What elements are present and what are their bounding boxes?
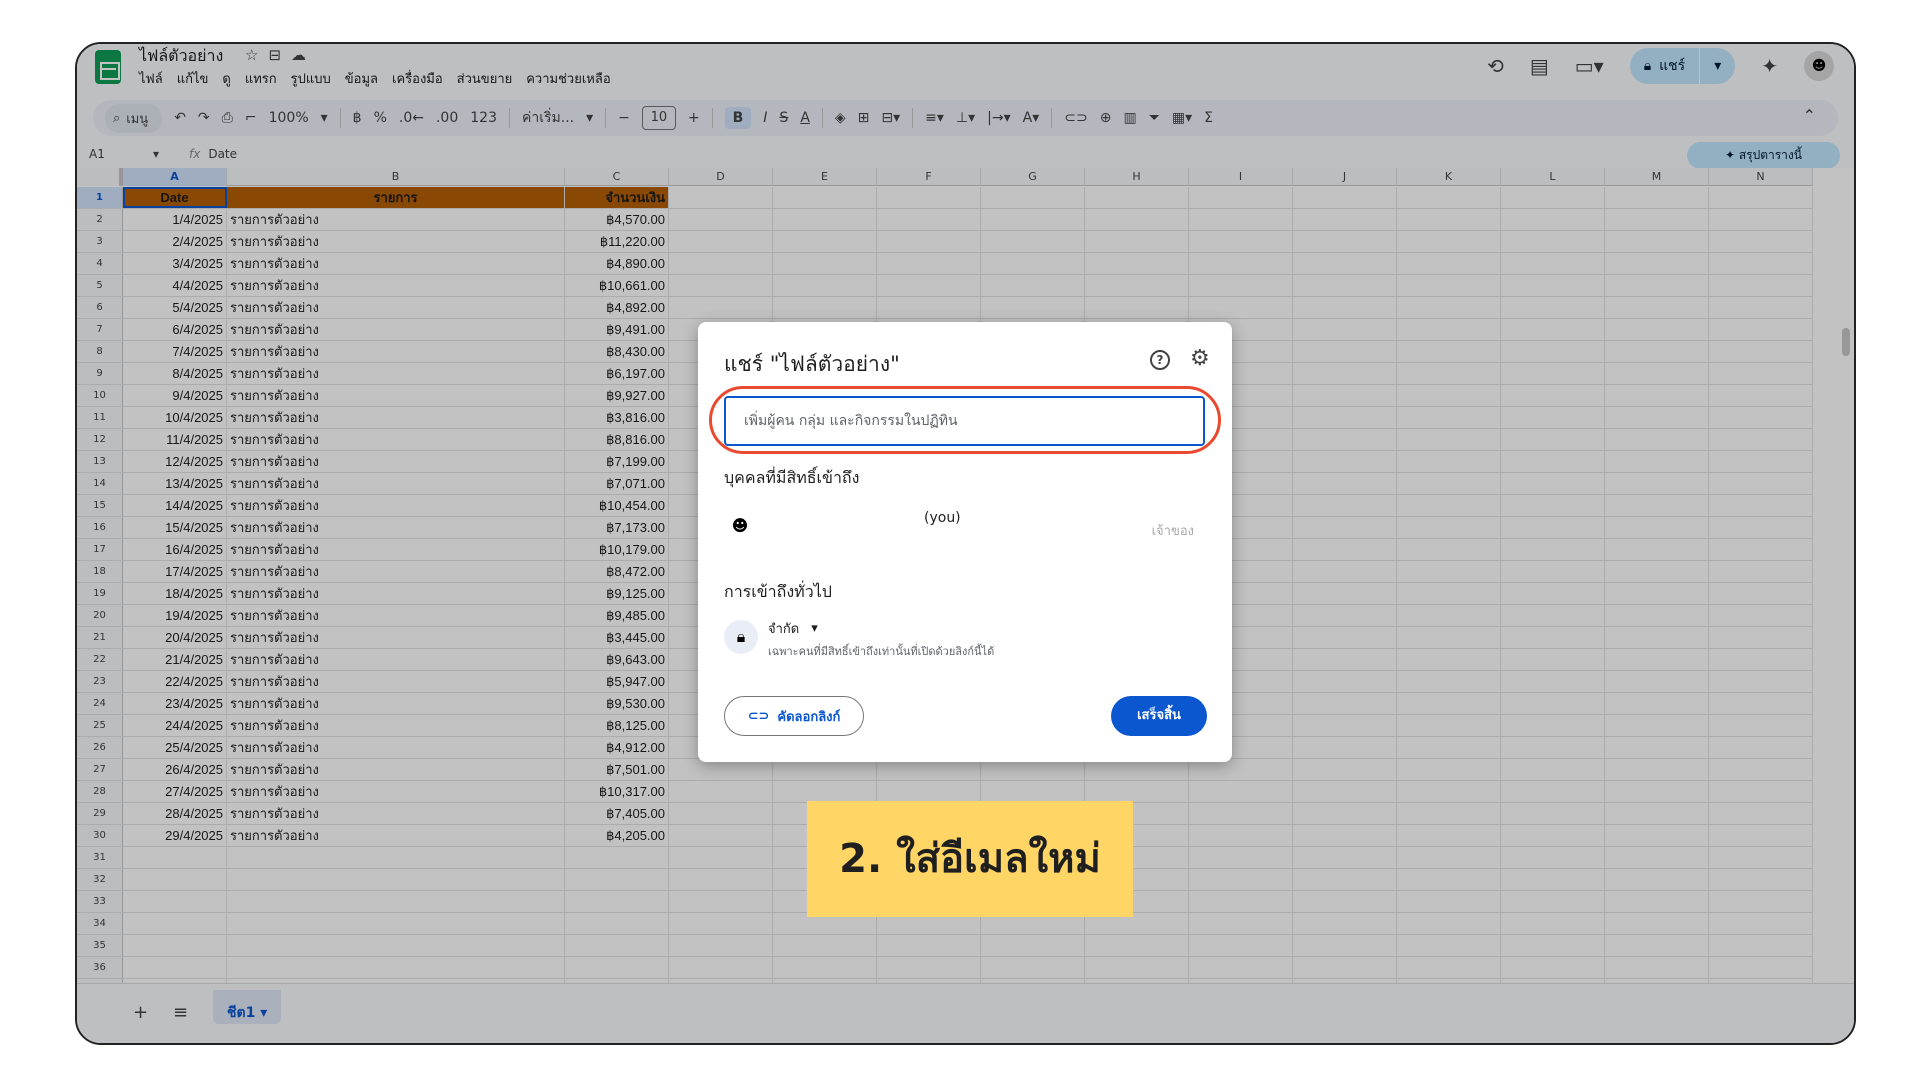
- link-icon: ⊂⊃: [747, 708, 770, 724]
- person-name: (you): [924, 510, 961, 526]
- step-callout: 2. ใส่อีเมลใหม่: [807, 801, 1133, 917]
- access-level-label: จำกัด: [768, 622, 800, 637]
- app-window: ไฟล์ตัวอย่าง ☆⊟☁ ไฟล์ แก้ไข ดู แทรก รูปแ…: [75, 42, 1856, 1045]
- general-access-heading: การเข้าถึงทั่วไป: [724, 582, 832, 601]
- people-with-access-heading: บุคคลที่มีสิทธิ์เข้าถึง: [724, 468, 860, 487]
- help-icon[interactable]: ?: [1150, 350, 1170, 370]
- person-row: ☻ (you) เจ้าของ: [724, 508, 1204, 548]
- share-dialog: แชร์ "ไฟล์ตัวอย่าง" ? ⚙ บุคคลที่มีสิทธิ์…: [698, 322, 1232, 762]
- chevron-down-icon: ▾: [811, 621, 818, 636]
- person-role: เจ้าของ: [1151, 524, 1194, 539]
- access-description: เฉพาะคนที่มีสิทธิ์เข้าถึงเท่านั้นที่เปิด…: [768, 645, 995, 658]
- add-people-input[interactable]: [724, 396, 1205, 446]
- access-level-select[interactable]: จำกัด ▾: [768, 618, 818, 639]
- copy-link-label: คัดลอกลิงก์: [777, 709, 841, 725]
- avatar: ☻: [731, 516, 749, 535]
- copy-link-button[interactable]: ⊂⊃ คัดลอกลิงก์: [724, 696, 864, 736]
- lock-icon: 🔒︎: [724, 620, 758, 654]
- dialog-title: แชร์ "ไฟล์ตัวอย่าง": [724, 352, 900, 376]
- gear-icon[interactable]: ⚙: [1190, 346, 1210, 371]
- done-button[interactable]: เสร็จสิ้น: [1111, 696, 1207, 736]
